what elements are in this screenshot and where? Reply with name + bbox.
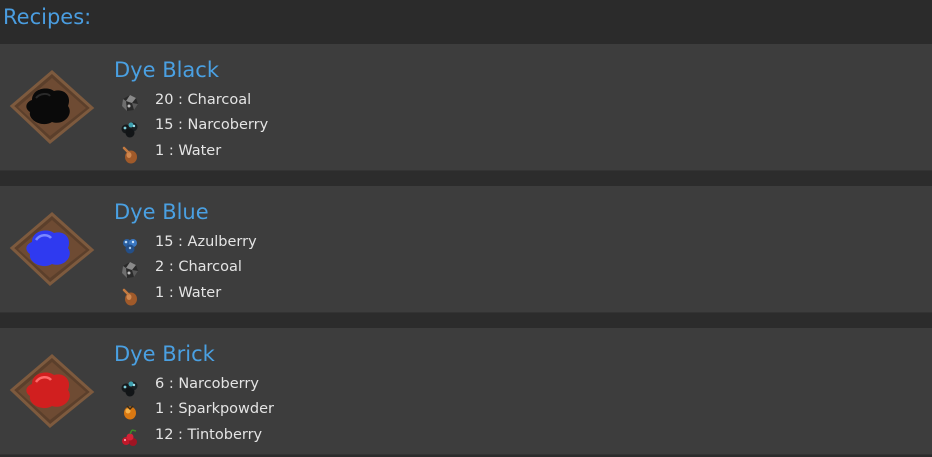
water-icon xyxy=(119,143,141,165)
recipe-card[interactable]: Dye Black 20 : Charcoal 15 : Narcoberry … xyxy=(0,44,932,171)
recipe-title: Dye Brick xyxy=(114,342,215,366)
page-title: Recipes: xyxy=(3,5,92,29)
water-icon xyxy=(119,285,141,307)
recipe-card[interactable]: Dye Brick 6 : Narcoberry 1 : Sparkpowder… xyxy=(0,328,932,455)
azulberry-icon xyxy=(119,234,141,256)
ingredient-row: 15 : Narcoberry xyxy=(119,113,519,139)
ingredient-label: 15 : Narcoberry xyxy=(155,117,269,134)
ingredient-row: 2 : Charcoal xyxy=(119,255,519,281)
ingredient-list: 20 : Charcoal 15 : Narcoberry 1 : Water xyxy=(119,87,519,164)
narcoberry-icon xyxy=(119,376,141,398)
ingredient-label: 1 : Water xyxy=(155,284,222,301)
ingredient-label: 1 : Water xyxy=(155,142,222,159)
ingredient-row: 1 : Sparkpowder xyxy=(119,397,519,423)
recipe-title: Dye Black xyxy=(114,58,220,82)
ingredient-row: 15 : Azulberry xyxy=(119,229,519,255)
ingredient-label: 2 : Charcoal xyxy=(155,259,242,276)
ingredient-label: 6 : Narcoberry xyxy=(155,375,259,392)
ingredient-label: 20 : Charcoal xyxy=(155,91,252,108)
ingredient-row: 1 : Water xyxy=(119,138,519,164)
ingredient-row: 1 : Water xyxy=(119,280,519,306)
ingredient-label: 12 : Tintoberry xyxy=(155,426,263,443)
ingredient-row: 20 : Charcoal xyxy=(119,87,519,113)
tintoberry-icon xyxy=(119,427,141,449)
dye-black-icon xyxy=(6,66,96,148)
ingredient-label: 1 : Sparkpowder xyxy=(155,401,275,418)
charcoal-icon xyxy=(119,92,141,114)
narcoberry-icon xyxy=(119,117,141,139)
ingredient-list: 15 : Azulberry 2 : Charcoal 1 : Water xyxy=(119,229,519,306)
recipe-card[interactable]: Dye Blue 15 : Azulberry 2 : Charcoal 1 :… xyxy=(0,186,932,313)
charcoal-icon xyxy=(119,259,141,281)
header-bar: Recipes: xyxy=(0,0,932,44)
sparkpowder-icon xyxy=(119,401,141,423)
ingredient-row: 6 : Narcoberry xyxy=(119,371,519,397)
ingredient-row: 12 : Tintoberry xyxy=(119,422,519,448)
dye-blue-icon xyxy=(6,208,96,290)
recipes-panel: Recipes: Dye Black 20 : Charcoal 15 : Na… xyxy=(0,0,932,457)
ingredient-list: 6 : Narcoberry 1 : Sparkpowder 12 : Tint… xyxy=(119,371,519,448)
recipe-title: Dye Blue xyxy=(114,200,209,224)
dye-brick-icon xyxy=(6,350,96,432)
ingredient-label: 15 : Azulberry xyxy=(155,233,257,250)
